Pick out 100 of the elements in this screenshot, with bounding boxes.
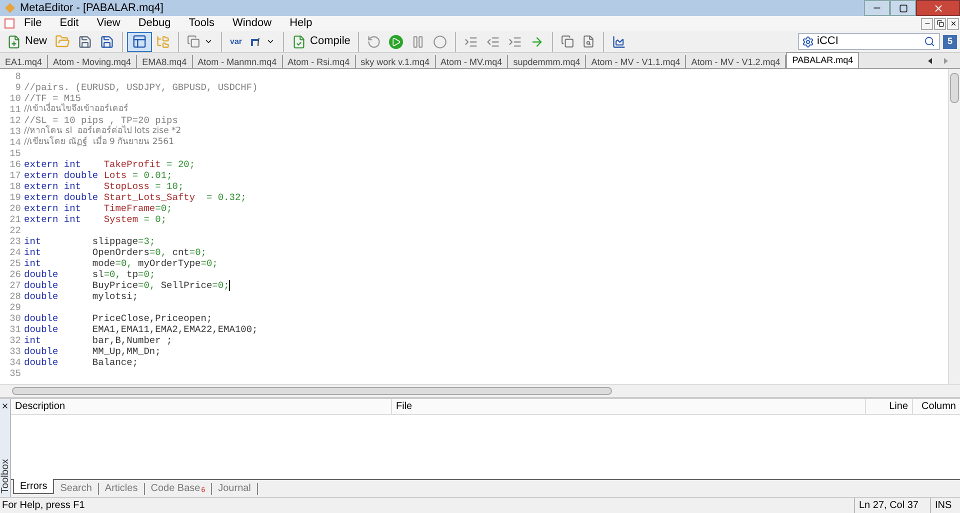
compile-button[interactable]: Compile (288, 32, 354, 52)
scroll-right-icon[interactable] (944, 58, 948, 64)
close-button[interactable] (916, 0, 960, 16)
line-number: 22 (8, 225, 21, 236)
panel-tab[interactable]: Search (54, 483, 99, 495)
menu-item[interactable]: Edit (50, 15, 88, 32)
layout-icon (132, 34, 148, 49)
new-button[interactable]: New (3, 32, 52, 52)
play-icon (389, 34, 404, 48)
code-token: mylotsi; (92, 291, 138, 302)
line-number: 20 (8, 203, 21, 214)
file-tab[interactable]: EA1.mq4 (0, 55, 48, 68)
code-token: = (142, 214, 150, 225)
panel-tab[interactable]: Errors (13, 479, 54, 494)
file-tab[interactable]: Atom - Rsi.mq4 (282, 55, 356, 68)
file-tab[interactable]: Atom - Manmn.mq4 (192, 55, 283, 68)
line-number: 16 (8, 159, 21, 170)
code-token: , (115, 269, 121, 280)
chart-icon (612, 34, 626, 48)
column-header[interactable]: File (391, 399, 865, 414)
restore-button[interactable] (934, 18, 946, 30)
code-token: PriceClose,Priceopen; (92, 313, 212, 324)
line-number: 23 (8, 236, 21, 247)
minimize-button[interactable] (921, 18, 933, 30)
menu-item[interactable]: Tools (180, 15, 224, 32)
line-number: 32 (8, 335, 21, 346)
layout-toggle-button[interactable] (127, 32, 152, 52)
panel-tab[interactable]: Journal (212, 483, 258, 495)
menu-item[interactable]: File (15, 15, 51, 32)
pages-icon (187, 35, 200, 48)
code-token: Start_Lots_Safty (104, 192, 196, 203)
line-number: 14 (8, 137, 21, 148)
file-search-icon (582, 35, 596, 48)
code-token: 0 (155, 247, 161, 258)
code-token: StopLoss (104, 181, 150, 192)
code-token: int (24, 247, 42, 258)
code-token: sl (92, 269, 104, 280)
file-tab[interactable]: supdemmm.mq4 (508, 55, 586, 68)
line-number: 9 (14, 82, 21, 93)
code-token: Balance; (92, 357, 138, 368)
code-token: double (24, 346, 60, 357)
menu-item[interactable]: Window (223, 15, 281, 32)
line-number: 13 (8, 126, 21, 137)
code-token: = (205, 192, 214, 203)
code-token: = (212, 280, 218, 291)
horizontal-scrollbar[interactable] (0, 384, 960, 396)
scroll-thumb[interactable] (950, 73, 959, 103)
pause-icon (411, 34, 426, 48)
cursor-position: Ln 27, Col 37 (854, 498, 930, 513)
code-token: System (104, 214, 138, 225)
search-box[interactable]: iCCI (798, 33, 940, 50)
indent-icon (464, 34, 478, 48)
code-token: 0 (195, 247, 201, 258)
code-token: = (155, 203, 161, 214)
code-token: ; (189, 159, 196, 170)
file-tab[interactable]: Atom - MV.mq4 (436, 55, 508, 68)
file-tab[interactable]: Atom - MV - V1.1.mq4 (586, 55, 686, 68)
code-token: extern double (24, 192, 100, 203)
code-token: double (24, 324, 60, 335)
line-number: 29 (8, 302, 21, 313)
code-token: , (160, 247, 167, 258)
line-number: 17 (8, 170, 21, 181)
column-header[interactable]: Line (865, 399, 912, 414)
restore-icon (936, 20, 944, 27)
code-token: int (24, 335, 42, 346)
menu-item[interactable]: View (88, 15, 130, 32)
code-token: BuyPrice (92, 280, 138, 291)
caret-icon (204, 37, 214, 46)
search-input[interactable]: iCCI (817, 33, 924, 50)
code-token: Lots (104, 170, 127, 181)
scroll-thumb[interactable] (12, 386, 612, 394)
vertical-scrollbar[interactable] (948, 69, 960, 384)
menu-item[interactable]: Debug (129, 15, 180, 32)
line-number: 31 (8, 324, 21, 335)
scroll-left-icon[interactable] (928, 58, 932, 64)
search-icon (924, 36, 935, 47)
line-number: 34 (8, 357, 21, 368)
line-number: 28 (8, 291, 21, 302)
file-tab[interactable]: Atom - Moving.mq4 (48, 55, 138, 68)
code-token: ; (149, 236, 156, 247)
code-token: ; (240, 192, 246, 203)
minimize-icon (924, 20, 930, 27)
line-number: 12 (8, 115, 21, 126)
code-token: //SL = 10 pips , TP=20 pips (24, 115, 178, 126)
community-button[interactable]: 5 (943, 34, 957, 48)
code-token: = (166, 159, 174, 170)
variable-button[interactable]: var (226, 32, 246, 52)
file-tab[interactable]: sky work v.1.mq4 (356, 55, 436, 68)
code-token: extern int (24, 214, 82, 225)
file-tab[interactable]: EMA8.mq4 (137, 55, 193, 68)
column-header[interactable]: Column (912, 399, 960, 414)
close-button[interactable] (947, 18, 959, 30)
code-token: //เขียนโดย ณัฏฐ์ เมื่อ 9 กันยายน 2561 (24, 137, 174, 148)
file-tab[interactable]: PABALAR.mq4 (786, 52, 860, 68)
menu-item[interactable]: Help (280, 15, 322, 32)
code-token: cnt (171, 247, 190, 258)
column-header[interactable]: Description (11, 399, 391, 414)
panel-tab[interactable]: Articles (98, 483, 145, 495)
close-button[interactable] (1, 402, 9, 410)
maximize-button[interactable] (890, 0, 916, 16)
